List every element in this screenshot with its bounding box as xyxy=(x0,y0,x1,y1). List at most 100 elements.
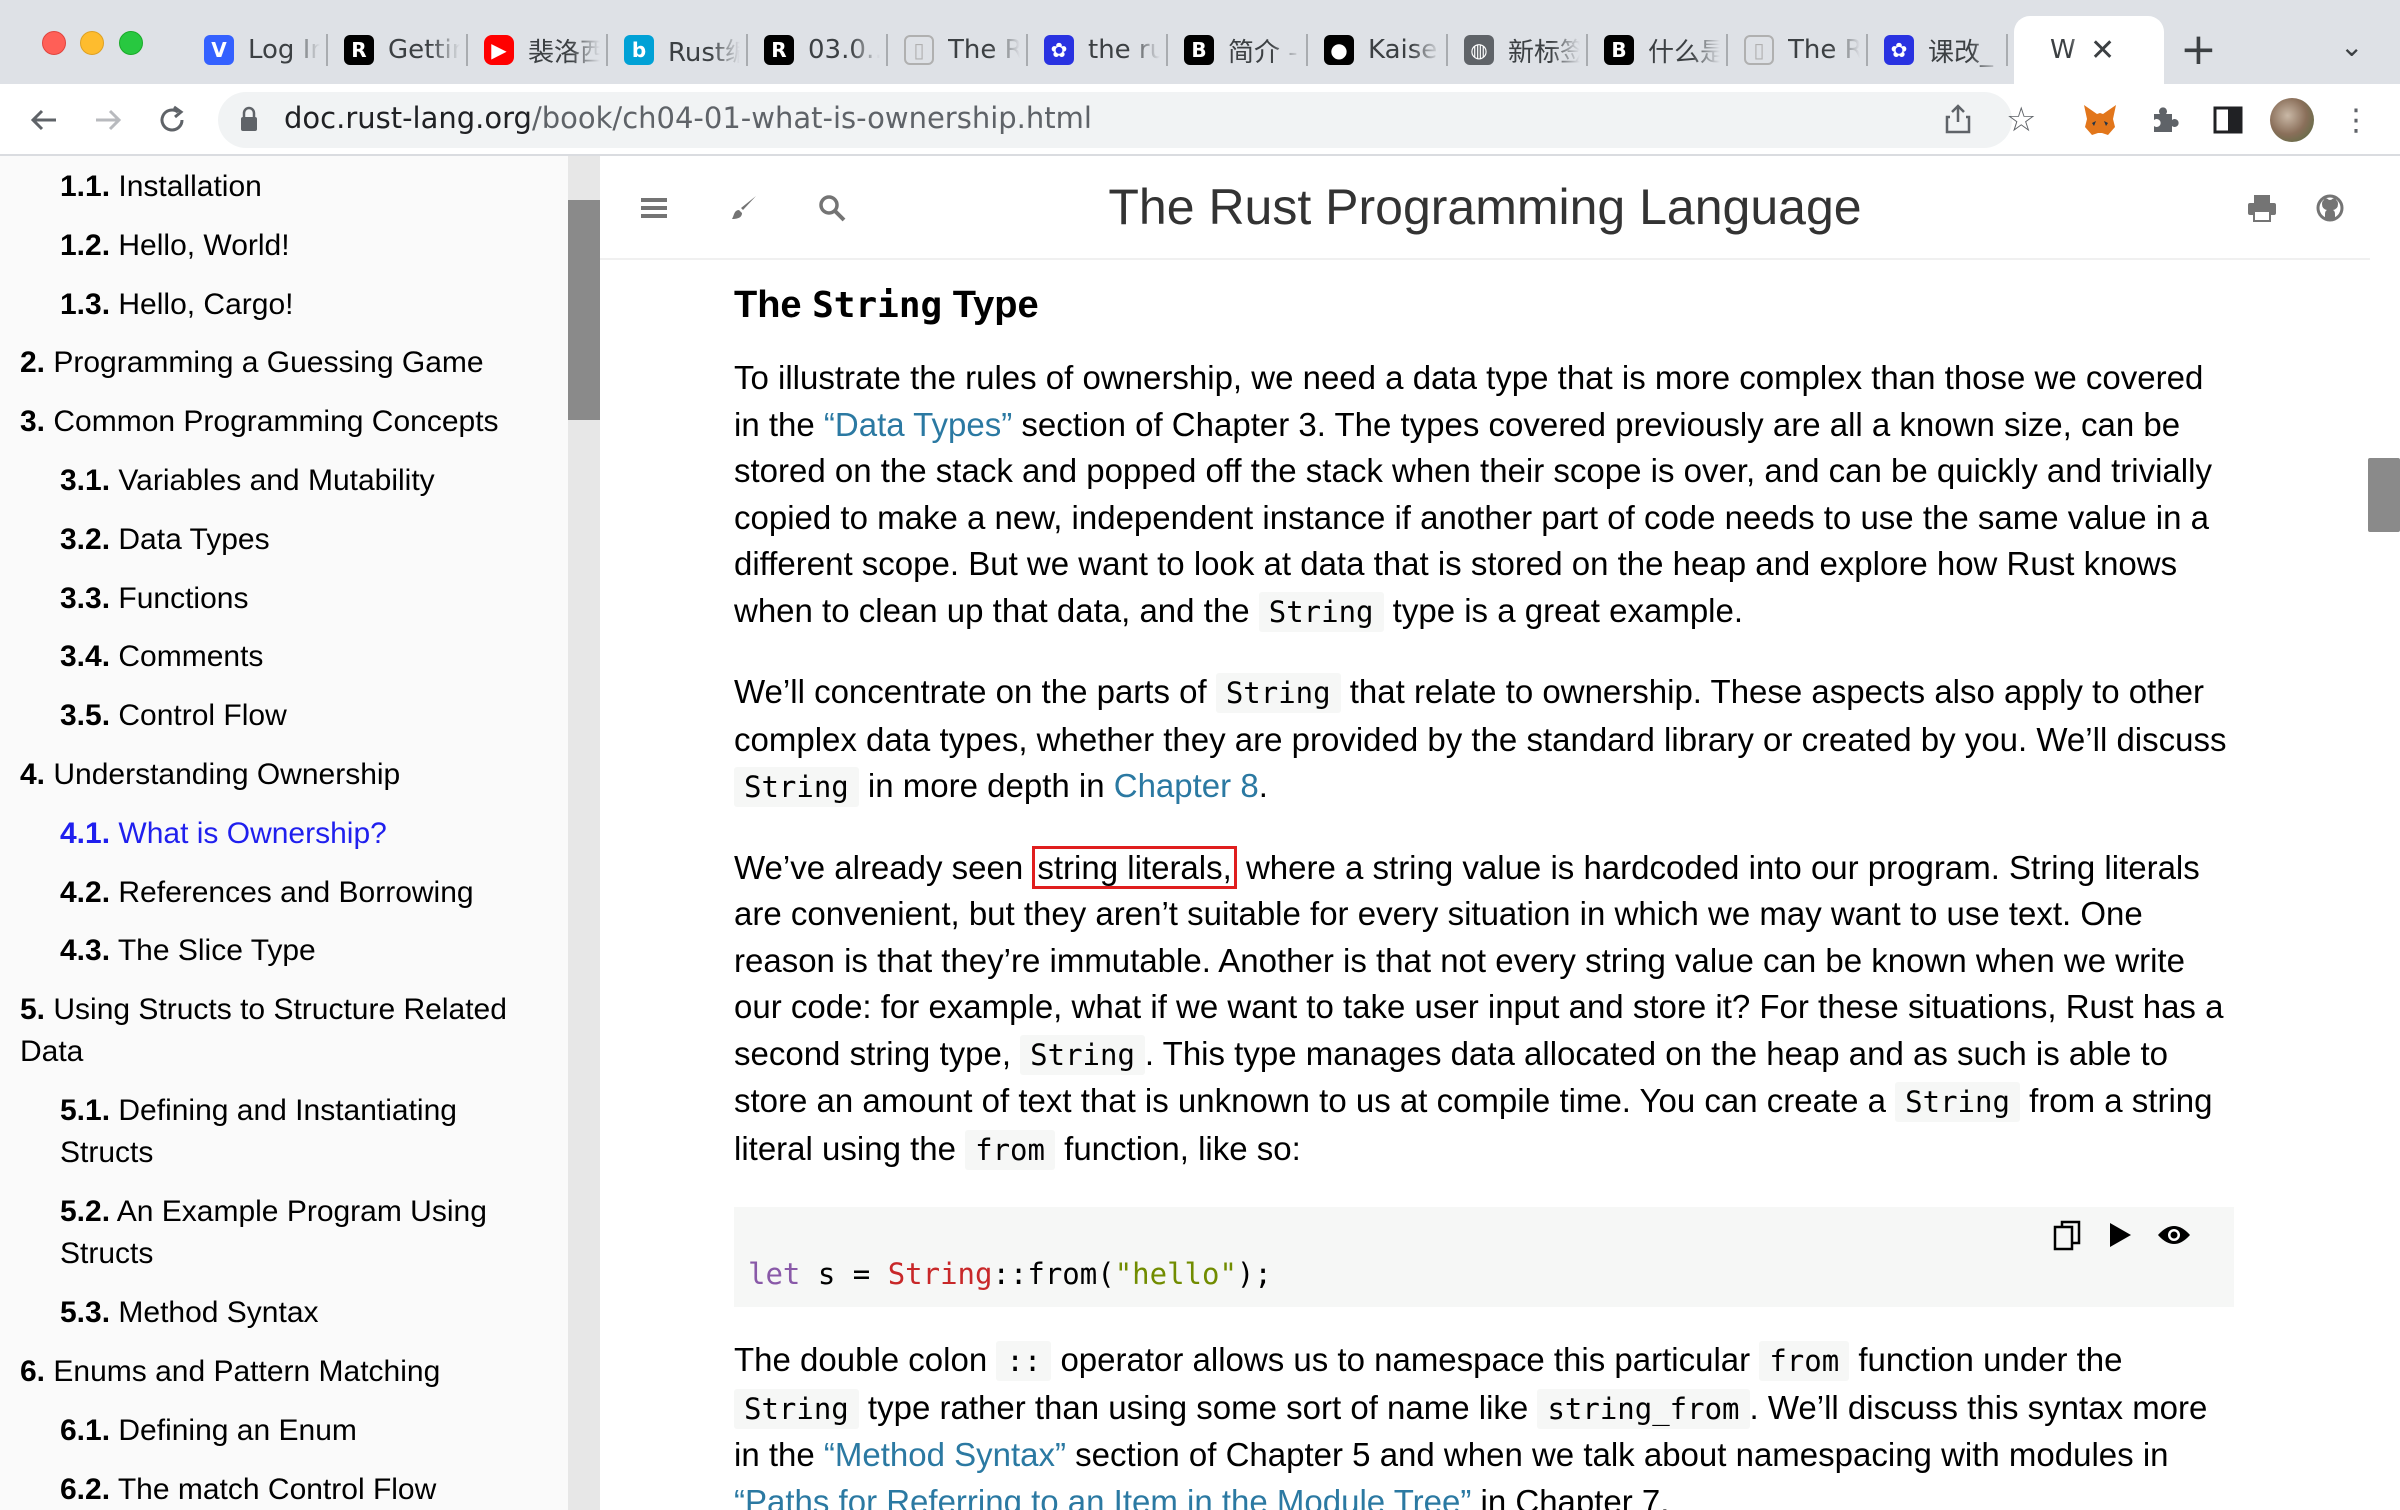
copy-clipboard-icon[interactable] xyxy=(2048,1215,2088,1255)
sidebar-item[interactable]: 6.1. Defining an Enum xyxy=(60,1410,357,1452)
github-icon[interactable] xyxy=(2310,188,2350,228)
sidebar-item[interactable]: 1.1. Installation xyxy=(60,166,262,208)
bookmark-star-icon[interactable]: ☆ xyxy=(2006,100,2036,140)
new-tab-button[interactable]: + xyxy=(2180,28,2217,72)
method-syntax-link[interactable]: “Method Syntax” xyxy=(824,1436,1066,1473)
sidebar-item-number: 2. xyxy=(20,346,46,380)
sidebar-item-number: 5. xyxy=(20,993,46,1027)
lock-icon xyxy=(241,106,257,131)
metamask-fox-icon[interactable] xyxy=(2080,100,2120,140)
page-scrollbar-thumb[interactable] xyxy=(2368,458,2400,532)
tab-active[interactable]: W ✕ xyxy=(2014,16,2164,84)
forward-arrow-icon[interactable] xyxy=(86,98,130,142)
sidebar-item[interactable]: 6. Enums and Pattern Matching xyxy=(20,1351,440,1393)
browser-tab[interactable]: B 什么是 xyxy=(1588,16,1728,84)
sidebar-item[interactable]: 2. Programming a Guessing Game xyxy=(20,342,484,384)
browser-tab[interactable]: ✿ the ru xyxy=(1028,16,1168,84)
close-window-button[interactable] xyxy=(42,31,66,55)
browser-tab-label: Log In xyxy=(248,35,320,65)
sidebar-item-label: Installation xyxy=(118,170,262,203)
sidebar-item[interactable]: 5.3. Method Syntax xyxy=(60,1292,319,1334)
sidebar-item[interactable]: 1.3. Hello, Cargo! xyxy=(60,284,293,326)
inline-code: String xyxy=(1895,1082,2020,1122)
sidebar-item-label-cont: Structs xyxy=(60,1237,154,1271)
browser-tab[interactable]: ▯ The R xyxy=(888,16,1028,84)
fullscreen-window-button[interactable] xyxy=(119,31,143,55)
share-icon[interactable] xyxy=(1944,104,1972,142)
mdbook-icon: B xyxy=(1184,35,1214,65)
inline-code: String xyxy=(734,767,859,807)
inline-code: String xyxy=(1020,1034,1145,1075)
side-panel-icon[interactable] xyxy=(2208,100,2248,140)
sidebar-item-label: What is Ownership? xyxy=(118,816,387,850)
browser-tab[interactable]: b Rust编 xyxy=(608,16,748,84)
profile-avatar[interactable] xyxy=(2270,98,2314,142)
browser-tab[interactable]: ◍ 新标签 xyxy=(1448,16,1588,84)
sidebar-item-number: 3.5. xyxy=(60,699,111,733)
sidebar-item-label: References and Borrowing xyxy=(118,875,474,909)
sidebar-item[interactable]: 3.1. Variables and Mutability xyxy=(60,460,435,502)
tab-search-chevron-icon[interactable]: ⌄ xyxy=(2340,30,2363,63)
sidebar-item[interactable]: 3. Common Programming Concepts xyxy=(20,401,499,443)
sidebar-item-number: 1.1. xyxy=(60,170,111,203)
print-icon[interactable] xyxy=(2242,188,2282,228)
sidebar-item-number: 6. xyxy=(20,1355,46,1388)
code-block: let s = String::from("hello"); xyxy=(734,1207,2234,1307)
sidebar-item[interactable]: 4.1. What is Ownership? xyxy=(60,813,387,855)
close-tab-icon[interactable]: ✕ xyxy=(2090,33,2115,68)
sidebar-item[interactable]: 3.3. Functions xyxy=(60,578,248,620)
browser-tab[interactable]: ▯ The R xyxy=(1728,16,1868,84)
sidebar-item-label: Using Structs to Structure Related xyxy=(53,993,507,1027)
inline-code: string_from xyxy=(1537,1388,1750,1429)
browser-tab[interactable]: V Log In xyxy=(188,16,328,84)
sidebar-item-number: 6.1. xyxy=(60,1413,111,1447)
address-bar[interactable]: doc.rust-lang.org/book/ch04-01-what-is-o… xyxy=(218,92,2036,148)
sidebar-item-number: 5.2. xyxy=(60,1195,111,1229)
data-types-link[interactable]: “Data Types” xyxy=(824,406,1012,443)
sidebar-item-number: 3. xyxy=(20,405,46,439)
vercel-v-icon: V xyxy=(204,35,234,65)
chapter-article: The String Type To illustrate the rules … xyxy=(734,284,2234,1510)
browser-tab[interactable]: R Getting xyxy=(328,16,468,84)
sidebar-item-number: 4.1. xyxy=(60,816,111,850)
section-heading: The String Type xyxy=(734,284,1039,326)
back-arrow-icon[interactable] xyxy=(22,98,66,142)
tab-active-label: W xyxy=(2050,35,2076,65)
show-hidden-eye-icon[interactable] xyxy=(2154,1215,2194,1255)
sidebar-item-label: Data Types xyxy=(118,522,270,556)
sidebar-scrollbar-thumb[interactable] xyxy=(568,200,600,420)
sidebar-item[interactable]: 3.5. Control Flow xyxy=(60,695,287,737)
sidebar-item[interactable]: 3.2. Data Types xyxy=(60,519,270,561)
browser-tab[interactable]: B 简介 - xyxy=(1168,16,1308,84)
book-title: The Rust Programming Language xyxy=(1108,179,1862,235)
browser-tab[interactable]: ✿ 课改_ xyxy=(1868,16,2008,84)
baidu-paw-icon: ✿ xyxy=(1044,35,1074,65)
run-play-icon[interactable] xyxy=(2100,1215,2140,1255)
browser-tab-label: Rust编 xyxy=(668,37,740,68)
reload-icon[interactable] xyxy=(150,98,194,142)
minimize-window-button[interactable] xyxy=(80,31,104,55)
sidebar-item-label: Defining and Instantiating xyxy=(118,1094,457,1128)
browser-tab[interactable]: ▶ 裴洛西 xyxy=(468,16,608,84)
sidebar-item[interactable]: 4. Understanding Ownership xyxy=(20,754,400,796)
browser-tab-label: 什么是 xyxy=(1648,37,1720,68)
paths-module-tree-link[interactable]: “Paths for Referring to an Item in the M… xyxy=(734,1483,1471,1510)
sidebar-item[interactable]: 5.1. Defining and Instantiating Structs xyxy=(60,1090,457,1174)
sidebar-item[interactable]: 3.4. Comments xyxy=(60,636,263,678)
browser-tab[interactable]: ● Kaiser xyxy=(1308,16,1448,84)
github-icon: ● xyxy=(1324,35,1354,65)
sidebar-item-number: 6.2. xyxy=(60,1472,111,1506)
sidebar-item[interactable]: 5. Using Structs to Structure Related Dat… xyxy=(20,989,507,1073)
rust-logo-icon: R xyxy=(764,35,794,65)
sidebar-item[interactable]: 1.2. Hello, World! xyxy=(60,225,290,267)
chapter-8-link[interactable]: Chapter 8 xyxy=(1114,767,1259,804)
sidebar-item[interactable]: 4.3. The Slice Type xyxy=(60,930,316,972)
extensions-puzzle-icon[interactable] xyxy=(2144,100,2184,140)
sidebar-item[interactable]: 5.2. An Example Program Using Structs xyxy=(60,1191,487,1275)
browser-tab[interactable]: R 03.0… xyxy=(748,16,888,84)
sidebar-item[interactable]: 4.2. References and Borrowing xyxy=(60,872,474,914)
sidebar-item-number: 4. xyxy=(20,758,46,791)
sidebar-item[interactable]: 6.2. The match Control Flow xyxy=(60,1469,436,1510)
book-toc-sidebar: 1.1. Installation 1.2. Hello, World! 1.3. … xyxy=(0,156,568,1510)
browser-menu-kebab-icon[interactable]: ⋮ xyxy=(2336,100,2376,140)
